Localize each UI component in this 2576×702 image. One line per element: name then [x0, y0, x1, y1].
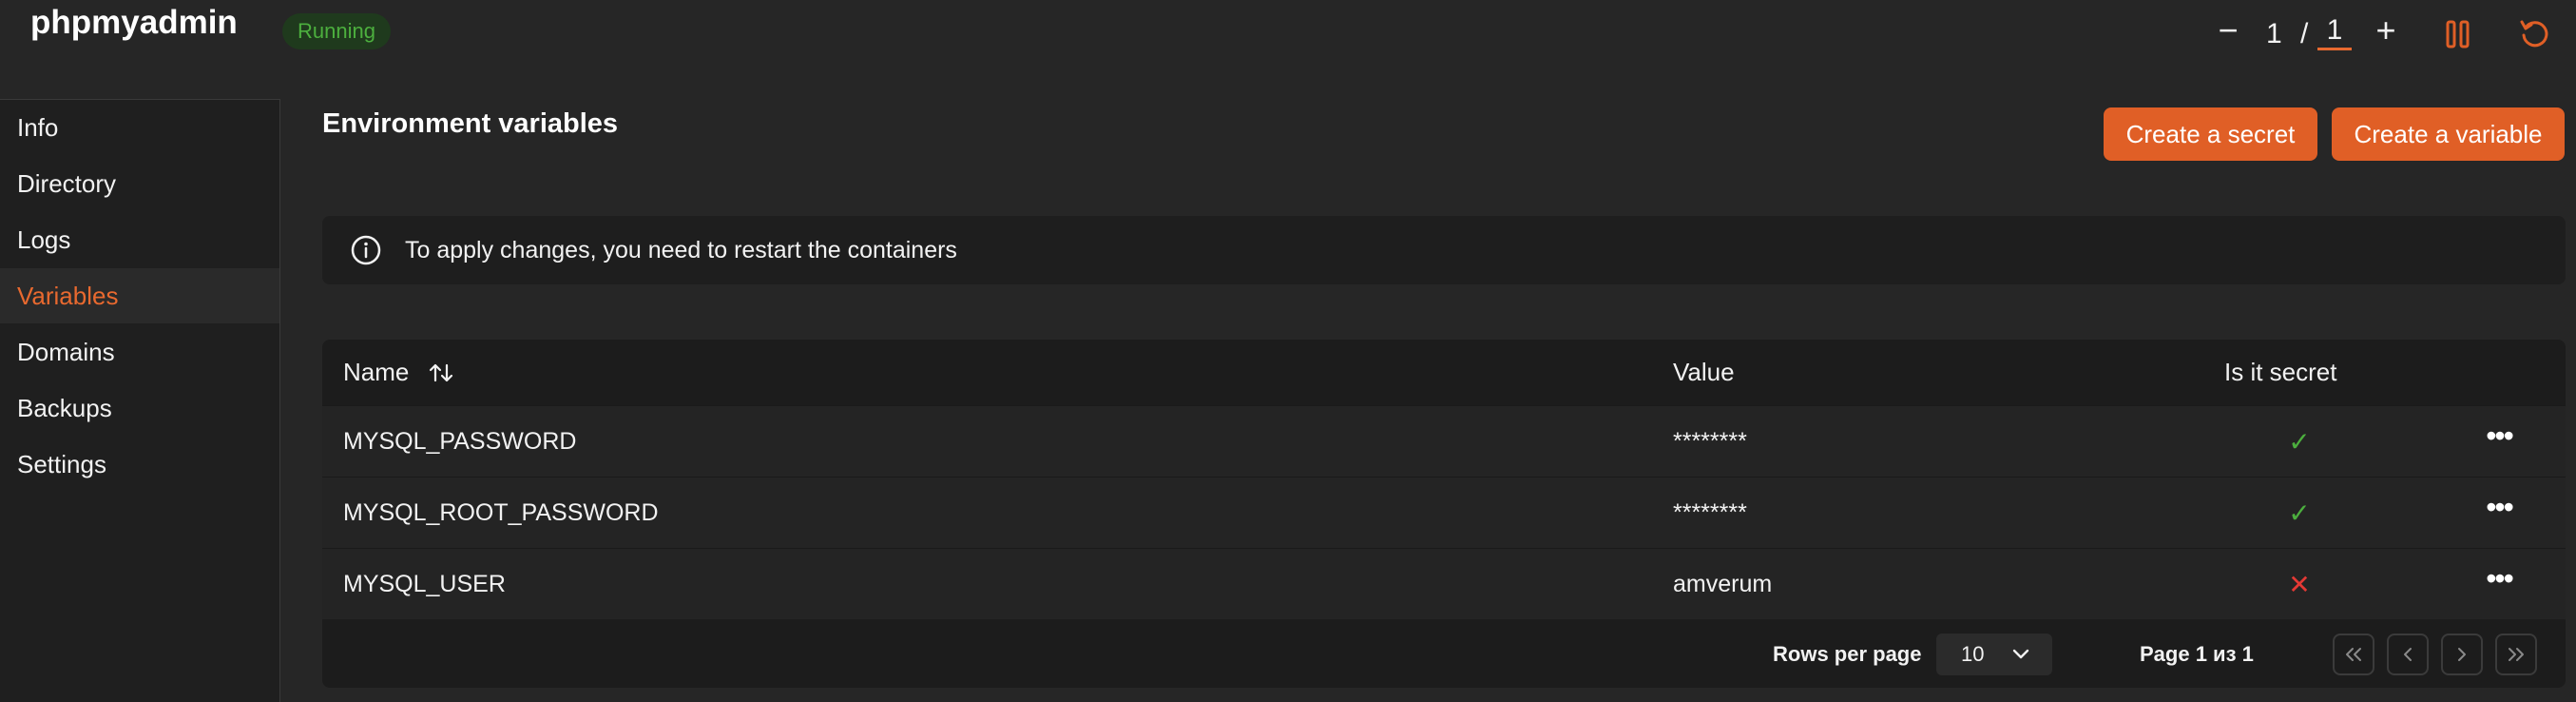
status-badge: Running — [282, 13, 391, 49]
variable-name: MYSQL_PASSWORD — [343, 428, 577, 455]
top-bar: phpmyadmin Running − 1 / 1 + — [0, 0, 2576, 99]
column-header-secret: Is it secret — [2224, 358, 2337, 386]
row-actions-button[interactable]: ••• — [2478, 549, 2520, 620]
create-variable-button[interactable]: Create a variable — [2332, 107, 2565, 161]
scale-total-input[interactable]: 1 — [2317, 13, 2352, 50]
previous-page-button[interactable] — [2387, 634, 2429, 675]
sidebar: Info Directory Logs Variables Domains Ba… — [0, 99, 280, 702]
next-page-button[interactable] — [2441, 634, 2483, 675]
restart-button[interactable] — [2509, 10, 2559, 59]
sidebar-item-backups[interactable]: Backups — [0, 380, 279, 436]
sort-icon[interactable] — [428, 360, 454, 386]
sidebar-item-info[interactable]: Info — [0, 100, 279, 155]
variable-value: amverum — [1673, 571, 1773, 597]
notice-text: To apply changes, you need to restart th… — [405, 237, 957, 263]
scale-current: 1 — [2266, 18, 2282, 49]
last-page-button[interactable] — [2495, 634, 2537, 675]
rows-per-page-select[interactable]: 10 — [1936, 634, 2052, 675]
page-title: Environment variables — [322, 108, 619, 139]
column-header-value: Value — [1673, 358, 1735, 386]
minus-icon: − — [2218, 10, 2239, 49]
chevron-down-icon — [2012, 649, 2029, 659]
table-row: MYSQL_ROOT_PASSWORD ******** ✓ ••• — [322, 477, 2566, 548]
chevrons-right-icon — [2509, 648, 2524, 661]
sidebar-item-directory[interactable]: Directory — [0, 156, 279, 211]
restart-notice: To apply changes, you need to restart th… — [322, 216, 2566, 284]
first-page-button[interactable] — [2333, 634, 2374, 675]
table-row: MYSQL_PASSWORD ******** ✓ ••• — [322, 405, 2566, 477]
sidebar-item-settings[interactable]: Settings — [0, 437, 279, 492]
chevron-left-icon — [2404, 648, 2412, 661]
variables-table: Name Value Is it secret MYSQL_PASSWORD *… — [322, 340, 2566, 688]
sidebar-item-domains[interactable]: Domains — [0, 324, 279, 380]
sidebar-item-variables[interactable]: Variables — [0, 268, 279, 323]
variable-name: MYSQL_USER — [343, 571, 506, 597]
chevron-right-icon — [2458, 648, 2466, 661]
scale-separator: / — [2300, 18, 2309, 49]
sidebar-item-logs[interactable]: Logs — [0, 212, 279, 267]
page-info: Page 1 из 1 — [2140, 642, 2254, 666]
row-actions-button[interactable]: ••• — [2478, 406, 2520, 478]
pause-icon — [2446, 20, 2470, 49]
row-actions-button[interactable]: ••• — [2478, 478, 2520, 549]
check-icon: ✓ — [2288, 427, 2311, 457]
app-title: phpmyadmin — [30, 4, 238, 41]
restart-icon — [2520, 20, 2548, 48]
rows-per-page-label: Rows per page — [1773, 642, 1922, 666]
pause-button[interactable] — [2433, 10, 2483, 59]
table-row: MYSQL_USER amverum ✕ ••• — [322, 548, 2566, 619]
scale-decrease-button[interactable]: − — [2203, 6, 2253, 55]
variable-value: ******** — [1673, 499, 1747, 526]
variable-value: ******** — [1673, 428, 1747, 455]
check-icon: ✓ — [2288, 498, 2311, 528]
variable-name: MYSQL_ROOT_PASSWORD — [343, 499, 659, 526]
column-header-name[interactable]: Name — [343, 340, 454, 405]
cross-icon: ✕ — [2288, 570, 2311, 599]
plus-icon: + — [2375, 10, 2396, 49]
chevrons-left-icon — [2346, 648, 2361, 661]
info-icon — [351, 235, 381, 265]
scale-increase-button[interactable]: + — [2361, 6, 2411, 55]
create-secret-button[interactable]: Create a secret — [2104, 107, 2317, 161]
